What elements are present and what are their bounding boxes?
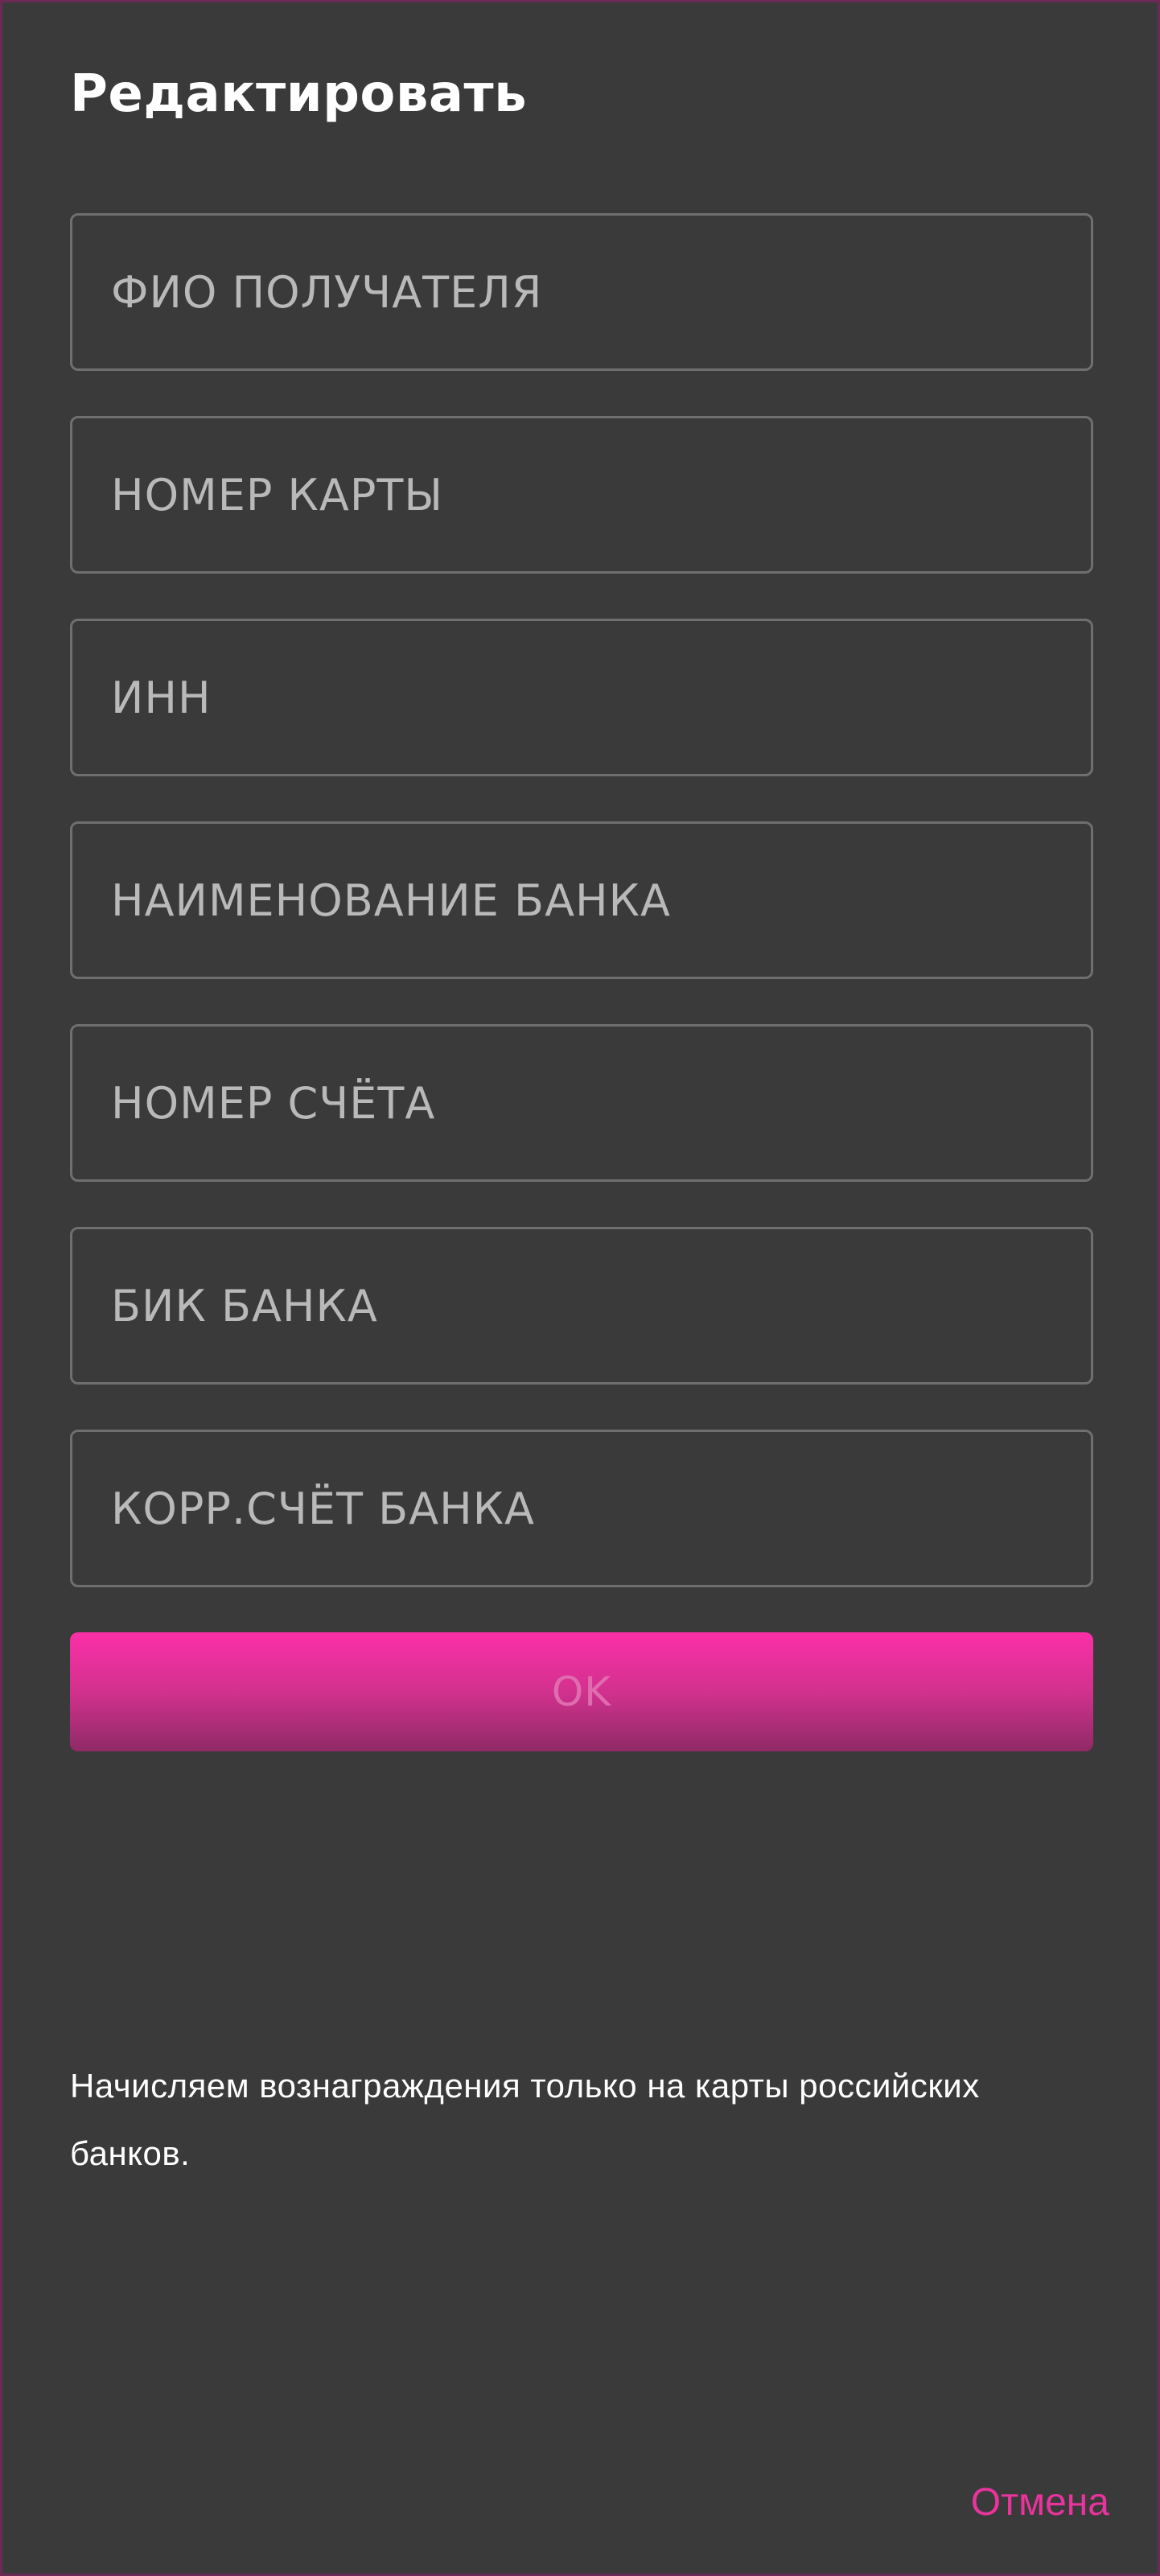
bank-name-field (70, 821, 1093, 979)
recipient-name-input[interactable] (72, 216, 1091, 368)
cancel-button[interactable]: Отмена (971, 2472, 1109, 2533)
ok-button[interactable]: OK (70, 1632, 1093, 1751)
account-number-field (70, 1024, 1093, 1182)
recipient-name-field (70, 213, 1093, 371)
account-number-input[interactable] (72, 1027, 1091, 1179)
correspondent-account-field (70, 1430, 1093, 1587)
bank-bic-input[interactable] (72, 1229, 1091, 1382)
inn-input[interactable] (72, 621, 1091, 774)
edit-dialog: Редактировать OK Начисляем вознаграждени… (0, 0, 1160, 2576)
bank-bic-field (70, 1227, 1093, 1385)
inn-field (70, 619, 1093, 776)
bank-name-input[interactable] (72, 824, 1091, 977)
dialog-title: Редактировать (70, 64, 528, 124)
card-number-input[interactable] (72, 418, 1091, 571)
requisites-form (70, 213, 1093, 1632)
correspondent-account-input[interactable] (72, 1432, 1091, 1585)
card-number-field (70, 416, 1093, 574)
russian-cards-notice: Начисляем вознаграждения только на карты… (70, 2067, 980, 2172)
